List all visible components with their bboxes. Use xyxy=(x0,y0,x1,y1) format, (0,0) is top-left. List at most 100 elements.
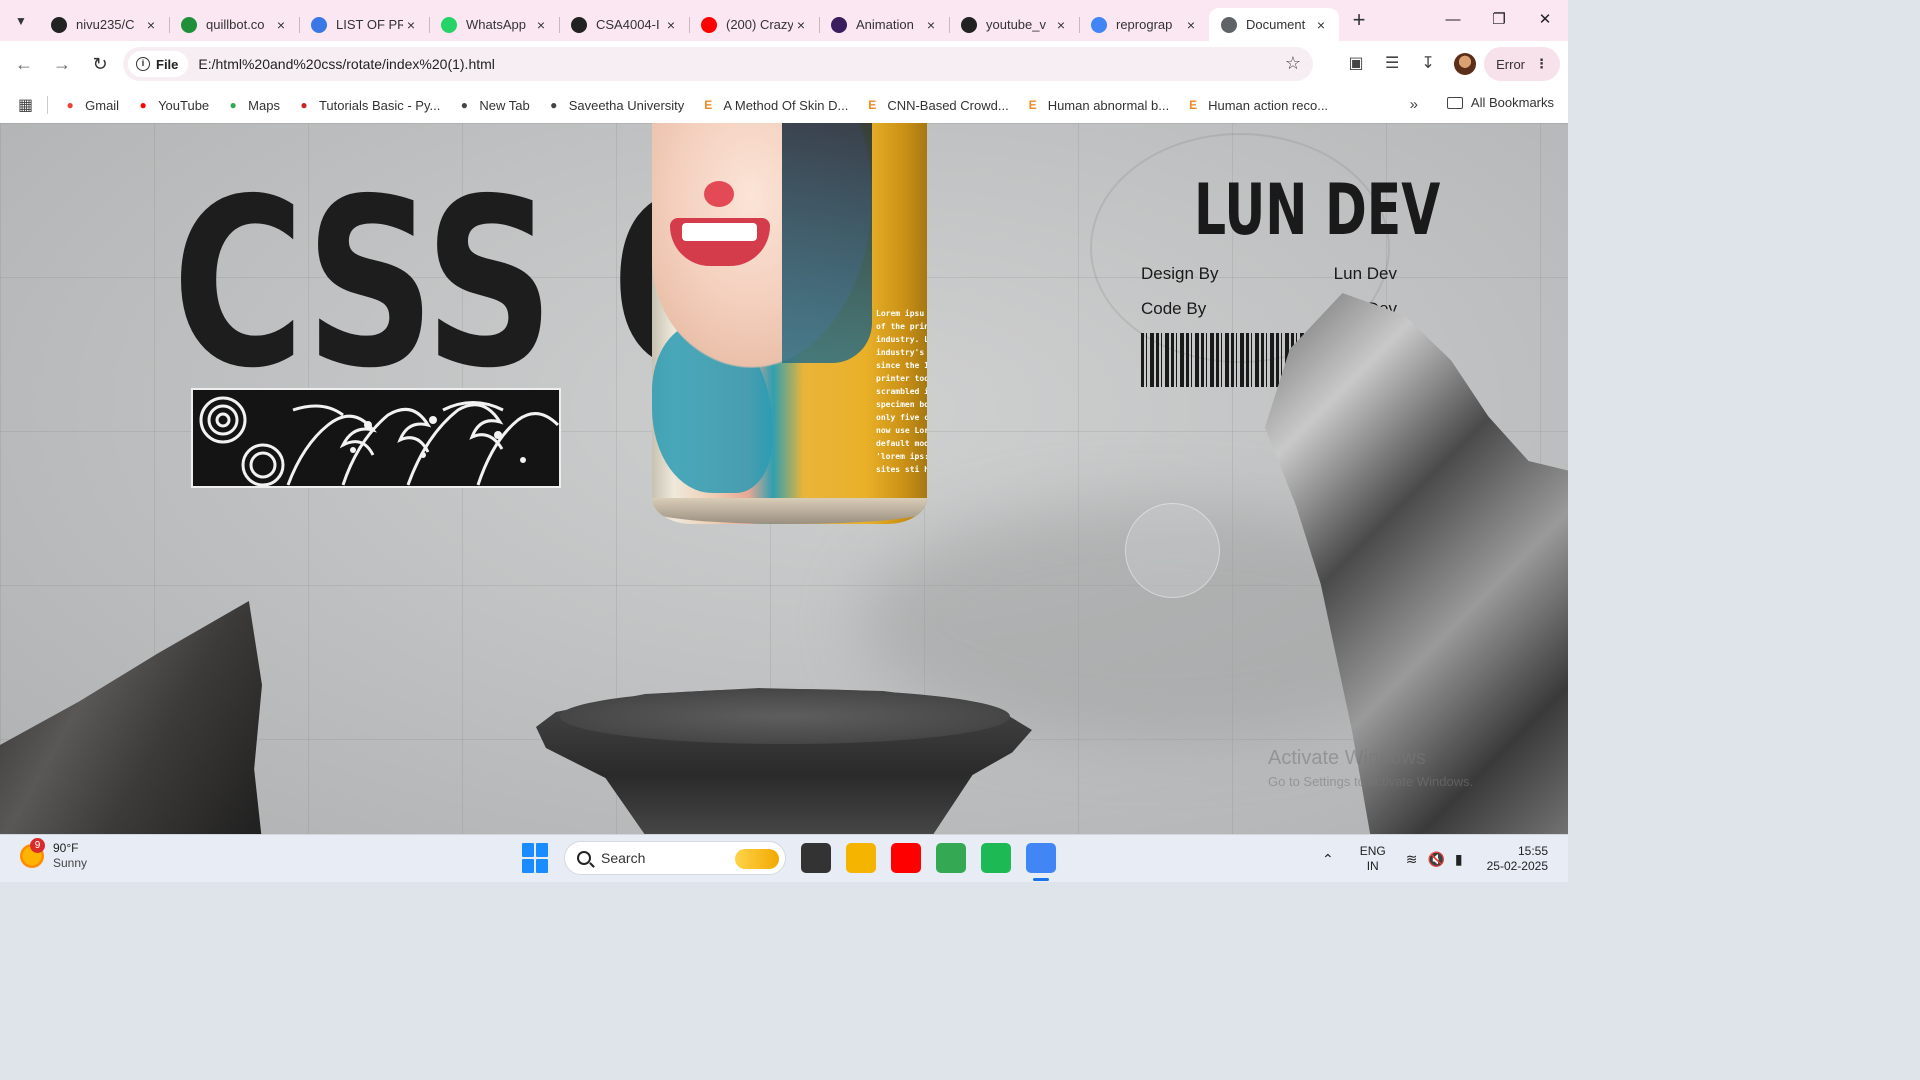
tab-title: CSA4004-I xyxy=(596,17,660,32)
tab-title: youtube_v xyxy=(986,17,1046,32)
bookmark-label: Tutorials Basic - Py... xyxy=(318,97,441,113)
close-tab-icon[interactable]: × xyxy=(273,17,289,33)
close-tab-icon[interactable]: × xyxy=(1053,17,1069,33)
profile-error-button[interactable]: Error ⋮ xyxy=(1484,47,1560,81)
globe-icon xyxy=(1221,16,1237,33)
browser-tab[interactable]: reprograp × xyxy=(1079,8,1209,41)
bookmark-item[interactable]: E Human action reco... xyxy=(1185,97,1328,113)
wave-pattern-banner xyxy=(191,388,561,488)
browser-tab[interactable]: (200) Crazy × xyxy=(689,8,819,41)
windows-start-icon[interactable] xyxy=(522,843,552,873)
site-info-chip[interactable]: i File xyxy=(128,51,189,77)
tutorials-icon: ● xyxy=(300,98,308,112)
chrome-profile-icon[interactable] xyxy=(1026,843,1056,881)
close-tab-icon[interactable]: × xyxy=(403,17,419,33)
close-tab-icon[interactable]: × xyxy=(533,17,549,33)
clock-time: 15:55 xyxy=(1517,844,1548,858)
show-hidden-icons-chevron-icon[interactable]: ⌃ xyxy=(1322,851,1334,868)
close-tab-icon[interactable]: × xyxy=(1183,17,1199,33)
tab-title: reprograp xyxy=(1116,17,1173,32)
language-line2: IN xyxy=(1366,859,1379,873)
close-tab-icon[interactable]: × xyxy=(663,17,679,33)
tab-strip: ▼ nivu235/C × quillbot.co × LIST OF PR × Whats… xyxy=(0,0,1568,41)
reload-button[interactable]: ↻ xyxy=(82,46,118,82)
extensions-icon[interactable]: ▣ xyxy=(1338,46,1374,82)
download-icon[interactable]: ↧ xyxy=(1410,46,1446,82)
minimize-button[interactable]: — xyxy=(1430,0,1476,41)
browser-tab[interactable]: nivu235/C × xyxy=(39,8,169,41)
bookmark-label: CNN-Based Crowd... xyxy=(887,97,1009,113)
more-bookmarks-chevron-icon[interactable]: » xyxy=(1410,96,1418,113)
bookmark-item[interactable]: ● New Tab xyxy=(456,97,530,113)
bookmark-label: Gmail xyxy=(85,97,120,113)
address-bar[interactable]: i File E:/html%20and%20css/rotate/index%… xyxy=(123,47,1313,81)
all-bookmarks-button[interactable]: All Bookmarks xyxy=(1446,95,1554,110)
can-nose-art xyxy=(704,181,734,207)
url-text[interactable]: E:/html%20and%20css/rotate/index%20(1).h… xyxy=(198,56,494,72)
bookmark-list: ● Gmail ● YouTube ● Maps ● Tutorials Basic - Py… xyxy=(62,97,1344,113)
bookmark-label: Human abnormal b... xyxy=(1047,97,1170,113)
spotify-icon[interactable] xyxy=(981,843,1011,873)
browser-tab[interactable]: youtube_v × xyxy=(949,8,1079,41)
bookmark-item[interactable]: E Human abnormal b... xyxy=(1025,97,1169,113)
bookmark-item[interactable]: E A Method Of Skin D... xyxy=(700,97,848,113)
gmail-icon: ● xyxy=(66,98,74,112)
search-icon xyxy=(577,851,591,865)
volume-muted-icon[interactable]: 🔇 xyxy=(1427,851,1444,868)
tab-title: nivu235/C xyxy=(76,17,135,32)
forward-button[interactable]: → xyxy=(44,46,80,82)
file-manager-icon[interactable] xyxy=(801,843,831,873)
brand-title: LUN DEV xyxy=(1194,169,1441,251)
close-tab-icon[interactable]: × xyxy=(1313,17,1329,33)
browser-tab[interactable]: WhatsApp × xyxy=(429,8,559,41)
taskbar-clock[interactable]: 15:55 25-02-2025 xyxy=(1487,844,1548,874)
apps-grid-icon[interactable]: ▦ xyxy=(18,95,33,115)
battery-icon[interactable]: ▮ xyxy=(1455,851,1463,868)
close-tab-icon[interactable]: × xyxy=(793,17,809,33)
new-tab-button[interactable]: + xyxy=(1345,7,1373,35)
more-menu-icon: ⋮ xyxy=(1535,56,1548,71)
soda-can-illustration: Lorem ipsu of the print industry. Lu ind… xyxy=(652,123,927,524)
bookmark-item[interactable]: E CNN-Based Crowd... xyxy=(864,97,1008,113)
weather-condition: Sunny xyxy=(53,856,88,870)
browser-tab[interactable]: Document × xyxy=(1209,8,1339,41)
close-window-button[interactable]: ✕ xyxy=(1522,0,1568,41)
tab-title: (200) Crazy xyxy=(726,17,793,32)
browser-tab[interactable]: CSA4004-I × xyxy=(559,8,689,41)
all-bookmarks-label: All Bookmarks xyxy=(1470,95,1554,110)
browser-tab[interactable]: Animation × xyxy=(819,8,949,41)
restore-button[interactable]: ❐ xyxy=(1476,0,1522,41)
bookmark-item[interactable]: ● YouTube xyxy=(135,97,209,113)
pinned-apps xyxy=(786,843,1056,881)
tab-title: LIST OF PR xyxy=(336,17,403,32)
folder-icon[interactable] xyxy=(846,843,876,873)
bookmark-item[interactable]: ● Tutorials Basic - Py... xyxy=(296,97,440,113)
taskbar-search-box[interactable]: Search xyxy=(564,841,786,875)
youtube-icon[interactable] xyxy=(891,843,921,873)
back-button[interactable]: ← xyxy=(6,46,42,82)
tab-search-button[interactable]: ▼ xyxy=(7,7,35,35)
github-icon xyxy=(571,16,587,33)
wave-illustration xyxy=(193,390,559,486)
bookmark-star-icon[interactable]: ☆ xyxy=(1285,53,1301,74)
bookmark-item[interactable]: ● Saveetha University xyxy=(546,97,684,113)
close-tab-icon[interactable]: × xyxy=(143,17,159,33)
browser-tab[interactable]: LIST OF PR × xyxy=(299,8,429,41)
can-teeth-art xyxy=(682,223,757,241)
profile-avatar[interactable] xyxy=(1454,53,1477,75)
wifi-icon[interactable]: ≋ xyxy=(1406,851,1418,868)
e-icon: E xyxy=(868,98,877,112)
chrome-icon[interactable] xyxy=(936,843,966,873)
tab-title: quillbot.co xyxy=(206,17,265,32)
close-tab-icon[interactable]: × xyxy=(923,17,939,33)
weather-widget[interactable]: 9 90°F Sunny xyxy=(20,838,88,871)
media-controls-icon[interactable]: ☰ xyxy=(1374,46,1410,82)
globe-icon: ● xyxy=(550,98,558,112)
youtube-icon: ● xyxy=(139,98,147,112)
bookmark-item[interactable]: ● Maps xyxy=(225,97,280,113)
bookmark-item[interactable]: ● Gmail xyxy=(62,97,120,113)
credit-label: Design By xyxy=(1141,264,1219,283)
browser-tab[interactable]: quillbot.co × xyxy=(169,8,299,41)
input-language-indicator[interactable]: ENG IN xyxy=(1360,844,1386,874)
maps-icon: ● xyxy=(229,98,237,112)
